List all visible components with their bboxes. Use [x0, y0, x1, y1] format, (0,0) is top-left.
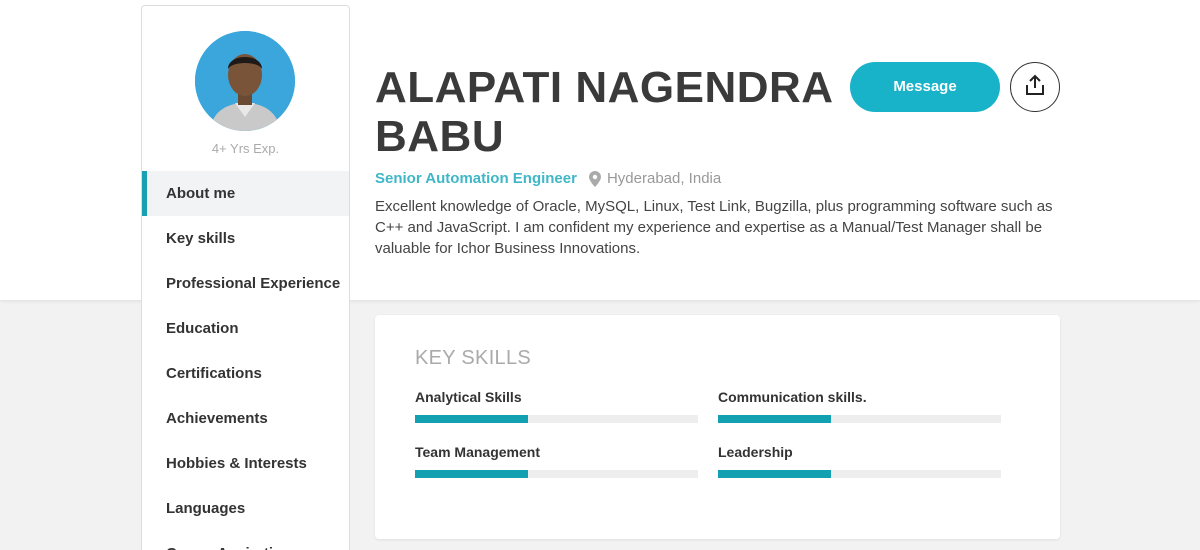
share-icon — [1025, 74, 1045, 101]
job-title: Senior Automation Engineer — [375, 170, 577, 187]
sidebar-item-career-aspirations[interactable]: Career Aspirations — [142, 531, 349, 550]
skill-item: Communication skills. — [718, 387, 1001, 423]
key-skills-card: KEY SKILLS Analytical Skills Communicati… — [375, 315, 1060, 539]
sidebar-item-professional-experience[interactable]: Professional Experience — [142, 261, 349, 306]
skill-bar-fill — [415, 415, 529, 423]
profile-name-line2: BABU — [375, 112, 505, 161]
skill-bar-fill — [415, 470, 529, 478]
share-button[interactable] — [1010, 62, 1060, 112]
avatar — [195, 31, 295, 131]
profile-sidebar: 4+ Yrs Exp. About me Key skills Professi… — [141, 5, 350, 550]
location-text: Hyderabad, India — [606, 170, 722, 187]
skill-label: Communication skills. — [718, 389, 867, 405]
skill-item: Analytical Skills — [415, 387, 698, 423]
profile-name-line1: ALAPATI NAGENDRA — [375, 63, 834, 112]
sidebar-item-hobbies-interests[interactable]: Hobbies & Interests — [142, 441, 349, 486]
sidebar-item-achievements[interactable]: Achievements — [142, 396, 349, 441]
card-title: KEY SKILLS — [415, 347, 532, 369]
skill-label: Leadership — [718, 444, 793, 460]
sidebar-item-education[interactable]: Education — [142, 306, 349, 351]
sidebar-item-languages[interactable]: Languages — [142, 486, 349, 531]
skill-bar — [415, 415, 698, 423]
role-location-row: Senior Automation Engineer Hyderabad, In… — [375, 170, 721, 187]
skill-bar-fill — [718, 470, 832, 478]
message-button[interactable]: Message — [850, 62, 1000, 112]
skill-bar — [718, 470, 1001, 478]
sidebar-item-certifications[interactable]: Certifications — [142, 351, 349, 396]
skill-label: Team Management — [415, 444, 540, 460]
sidebar-nav: About me Key skills Professional Experie… — [142, 171, 349, 550]
skill-label: Analytical Skills — [415, 389, 522, 405]
experience-label: 4+ Yrs Exp. — [211, 141, 280, 156]
skill-bar — [718, 415, 1001, 423]
profile-summary: Excellent knowledge of Oracle, MySQL, Li… — [375, 198, 1053, 257]
skill-item: Leadership — [718, 442, 1001, 478]
location-pin-icon — [588, 170, 601, 187]
skill-bar — [415, 470, 698, 478]
sidebar-item-about-me[interactable]: About me — [142, 171, 349, 216]
sidebar-item-key-skills[interactable]: Key skills — [142, 216, 349, 261]
profile-name: ALAPATI NAGENDRA BABU — [375, 63, 835, 161]
skill-item: Team Management — [415, 442, 698, 478]
skill-bar-fill — [718, 415, 832, 423]
